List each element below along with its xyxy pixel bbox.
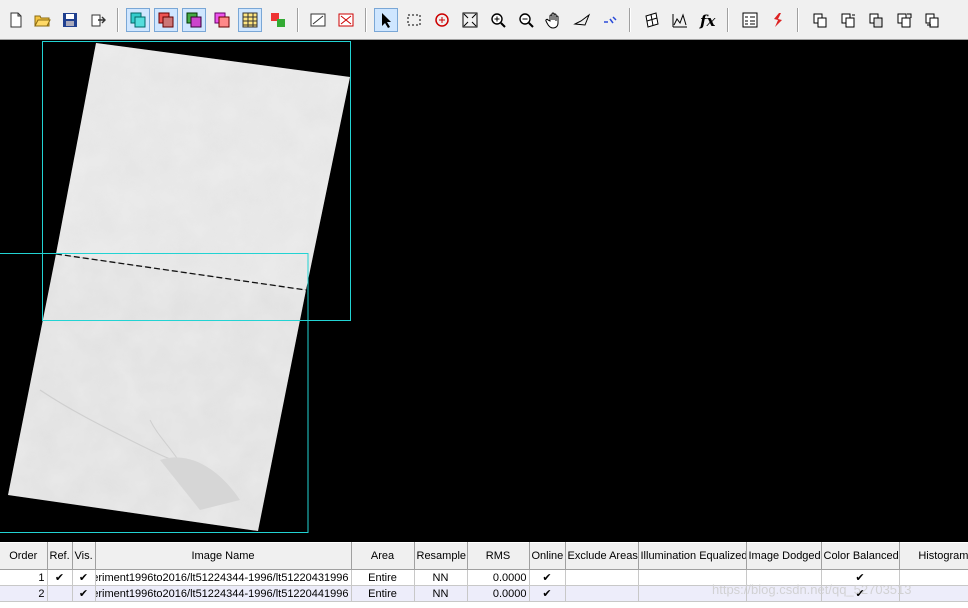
color-blocks-icon[interactable] xyxy=(266,8,290,32)
output-1-icon[interactable] xyxy=(808,8,832,32)
function-icon[interactable]: fx xyxy=(696,8,720,32)
layer-stack-magenta-icon[interactable] xyxy=(210,8,234,32)
zoom-out-icon[interactable] xyxy=(514,8,538,32)
toolbar-separator xyxy=(117,8,119,32)
main-toolbar: fx xyxy=(0,0,968,40)
cell-rms: 0.0000 xyxy=(467,569,530,586)
cell-order: 1 xyxy=(0,569,48,586)
layer-stack-red-icon[interactable] xyxy=(154,8,178,32)
col-header-illumination-equalized[interactable]: Illumination Equalized xyxy=(638,542,747,570)
cell-image-name[interactable]: eriment1996to2016/lt51224344-1996/lt5122… xyxy=(95,585,352,602)
layer-stack-cyan-icon[interactable] xyxy=(126,8,150,32)
col-header-exclude-areas[interactable]: Exclude Areas xyxy=(565,542,639,570)
col-header-histogram-matched[interactable]: Histogram M xyxy=(899,542,968,570)
cell-exclude-areas[interactable] xyxy=(565,569,639,586)
cell-vis-check[interactable]: ✔ xyxy=(72,585,96,602)
save-icon[interactable] xyxy=(58,8,82,32)
cell-vis-check[interactable]: ✔ xyxy=(72,569,96,586)
col-header-color-balanced[interactable]: Color Balanced xyxy=(821,542,900,570)
col-header-ref[interactable]: Ref. xyxy=(47,542,73,570)
col-header-vis[interactable]: Vis. xyxy=(72,542,96,570)
col-header-image-name[interactable]: Image Name xyxy=(95,542,352,570)
toolbar-separator xyxy=(629,8,631,32)
table-header-row: Order Ref. Vis. Image Name Area Resample… xyxy=(0,542,968,570)
col-header-resample[interactable]: Resample xyxy=(414,542,468,570)
cell-online-check[interactable]: ✔ xyxy=(529,569,566,586)
cell-resample[interactable]: NN xyxy=(414,585,468,602)
col-header-rms[interactable]: RMS xyxy=(467,542,530,570)
crop-corner-icon[interactable] xyxy=(306,8,330,32)
histogram-icon[interactable] xyxy=(668,8,692,32)
col-header-online[interactable]: Online xyxy=(529,542,566,570)
new-document-icon[interactable] xyxy=(4,8,28,32)
image-2-raster[interactable] xyxy=(8,254,306,531)
mosaic-grid-icon[interactable] xyxy=(640,8,664,32)
image-list-table: Order Ref. Vis. Image Name Area Resample… xyxy=(0,542,968,608)
watermark-text: https://blog.csdn.net/qq_52703513 xyxy=(712,582,912,597)
svg-text:fx: fx xyxy=(699,12,716,29)
cell-online-check[interactable]: ✔ xyxy=(529,585,566,602)
toolbar-separator xyxy=(797,8,799,32)
cell-order: 2 xyxy=(0,585,48,602)
layer-stack-green-icon[interactable] xyxy=(182,8,206,32)
cell-ref-check[interactable] xyxy=(47,585,73,602)
cell-area[interactable]: Entire xyxy=(351,585,415,602)
exclude-area-icon[interactable] xyxy=(334,8,358,32)
zoom-in-icon[interactable] xyxy=(486,8,510,32)
select-rectangle-icon[interactable] xyxy=(402,8,426,32)
select-arrow-icon[interactable] xyxy=(374,8,398,32)
properties-list-icon[interactable] xyxy=(738,8,762,32)
cell-rms: 0.0000 xyxy=(467,585,530,602)
toolbar-separator xyxy=(297,8,299,32)
fit-to-window-icon[interactable] xyxy=(458,8,482,32)
pan-hand-icon[interactable] xyxy=(542,8,566,32)
output-5-icon[interactable] xyxy=(920,8,944,32)
polygon-tool-icon[interactable] xyxy=(570,8,594,32)
output-2-icon[interactable] xyxy=(836,8,860,32)
toolbar-separator xyxy=(727,8,729,32)
grid-table-icon[interactable] xyxy=(238,8,262,32)
col-header-image-dodged[interactable]: Image Dodged xyxy=(746,542,822,570)
image-1-raster[interactable] xyxy=(56,43,350,290)
rotate-icon[interactable] xyxy=(430,8,454,32)
cell-exclude-areas[interactable] xyxy=(565,585,639,602)
pin-icon[interactable] xyxy=(766,8,790,32)
cell-ref-check[interactable]: ✔ xyxy=(47,569,73,586)
cell-image-name[interactable]: eriment1996to2016/lt51224344-1996/lt5122… xyxy=(95,569,352,586)
open-folder-icon[interactable] xyxy=(30,8,54,32)
cell-area[interactable]: Entire xyxy=(351,569,415,586)
col-header-order[interactable]: Order xyxy=(0,542,48,570)
output-4-icon[interactable] xyxy=(892,8,916,32)
cell-resample[interactable]: NN xyxy=(414,569,468,586)
output-3-icon[interactable] xyxy=(864,8,888,32)
seamline-icon[interactable] xyxy=(598,8,622,32)
mosaic-canvas[interactable] xyxy=(0,40,968,542)
export-icon[interactable] xyxy=(86,8,110,32)
col-header-area[interactable]: Area xyxy=(351,542,415,570)
toolbar-separator xyxy=(365,8,367,32)
